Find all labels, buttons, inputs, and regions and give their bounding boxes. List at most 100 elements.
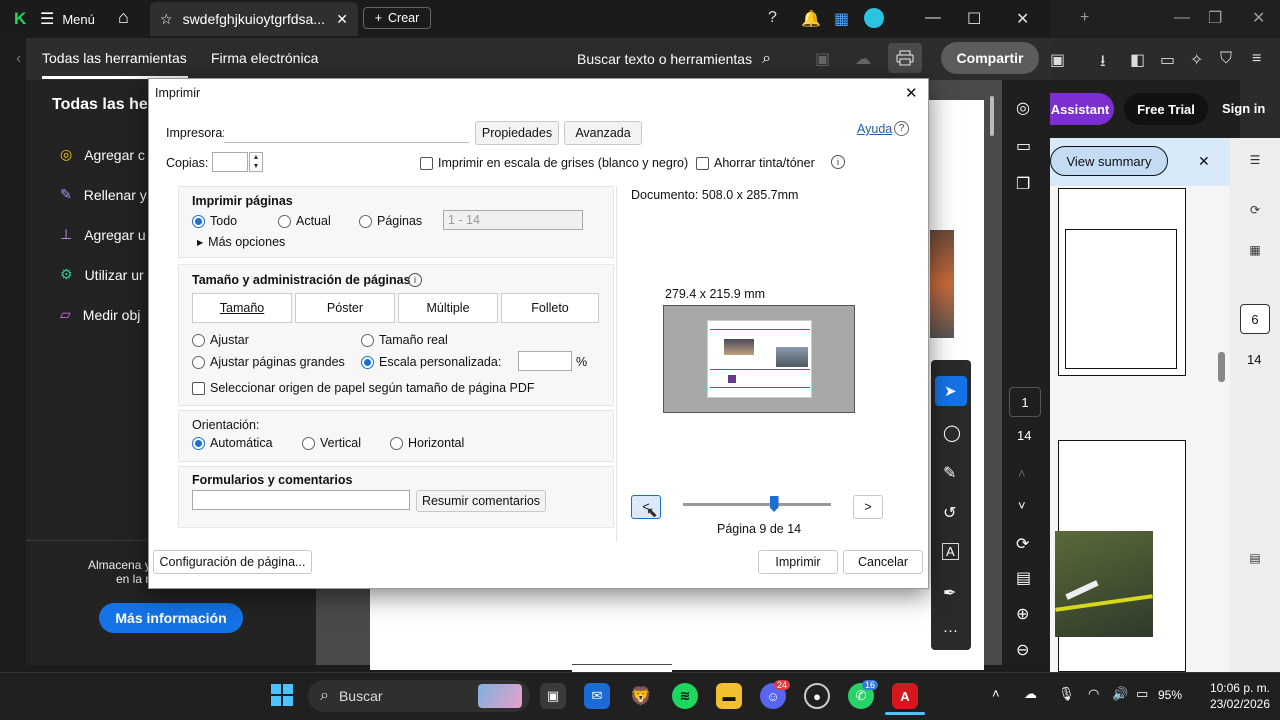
e-sign-tab[interactable]: Firma electrónica (211, 50, 318, 66)
close-icon[interactable]: ✕ (905, 84, 918, 102)
search-tools[interactable]: Buscar texto o herramientas ⌕ (577, 50, 771, 68)
avatar[interactable] (864, 8, 884, 28)
radio-custom-scale[interactable]: Escala personalizada: (361, 355, 501, 369)
bookmark-icon[interactable]: ▭ (1016, 136, 1031, 156)
back-icon[interactable]: ‹ (16, 50, 21, 68)
create-button[interactable]: + Crear (363, 7, 431, 29)
scrollbar-thumb[interactable] (990, 96, 994, 136)
radio-all[interactable]: Todo (192, 214, 237, 228)
tab-multiple[interactable]: Múltiple (398, 293, 498, 323)
radio[interactable] (390, 436, 403, 450)
shield-icon[interactable]: ⛉ (1220, 50, 1232, 68)
cloud-icon[interactable]: ☁ (1024, 686, 1037, 702)
draw-icon[interactable]: ↺ (943, 503, 956, 523)
radio[interactable] (302, 436, 315, 450)
comment-add-icon[interactable]: ◯ (943, 423, 961, 443)
maximize-icon[interactable]: ☐ (967, 9, 981, 29)
info-icon[interactable]: i (831, 155, 845, 169)
radio-selected[interactable] (361, 355, 374, 369)
task-view-icon[interactable]: ▣ (540, 683, 566, 709)
export-icon[interactable]: ▤ (1016, 568, 1031, 588)
taskbar-search[interactable]: ⌕ Buscar (308, 680, 530, 712)
zoom-out-icon[interactable]: ⊖ (1016, 640, 1029, 660)
close-icon[interactable]: ✕ (1198, 153, 1210, 170)
wifi-icon[interactable]: ◠ (1088, 686, 1099, 702)
tab-poster[interactable]: Póster (295, 293, 395, 323)
forms-select[interactable]: Documento y marcas ⌄ (192, 490, 410, 510)
checkbox[interactable] (192, 381, 205, 395)
brave-icon[interactable]: 🦁 (628, 683, 654, 709)
page-setup-button[interactable]: Configuración de página... (153, 550, 312, 574)
refresh-icon[interactable]: ⟳ (1243, 198, 1267, 222)
radio-actual-size[interactable]: Tamaño real (361, 333, 448, 347)
pages-range-input[interactable]: 1 - 14 (443, 210, 583, 230)
tab-booklet[interactable]: Folleto (501, 293, 599, 323)
close-window-icon[interactable]: ✕ (1016, 9, 1029, 29)
highlight-icon[interactable]: ✎ (943, 463, 956, 483)
menu-dots-icon[interactable]: ≡ (1252, 50, 1261, 68)
acrobat-icon[interactable]: A (892, 683, 918, 709)
page-slider[interactable] (683, 503, 831, 506)
grid-icon[interactable]: ▦ (1243, 238, 1267, 262)
home-icon[interactable]: ⌂ (118, 7, 129, 28)
document-icon[interactable]: ▤ (1243, 546, 1267, 570)
paper-source-checkbox[interactable]: Seleccionar origen de papel según tamaño… (192, 381, 535, 395)
comments-icon[interactable]: ◎ (1016, 98, 1030, 118)
outlook-icon[interactable]: ✉ (584, 683, 610, 709)
radio[interactable] (359, 214, 372, 228)
close-tab-icon[interactable]: ✕ (336, 11, 348, 28)
more-options-toggle[interactable]: ▶ Más opciones (197, 235, 285, 249)
tool-item-use[interactable]: ⚙ Utilizar ur (60, 266, 144, 283)
windows-start-icon[interactable] (271, 684, 293, 706)
scrollbar-thumb[interactable] (1218, 352, 1225, 382)
checkbox[interactable] (420, 156, 433, 170)
all-tools-tab[interactable]: Todas las herramientas (42, 50, 187, 66)
volume-icon[interactable]: 🔊 (1112, 686, 1128, 702)
radio-fit[interactable]: Ajustar (192, 333, 249, 347)
print-button[interactable]: Imprimir (758, 550, 838, 574)
zoom-in-icon[interactable]: ⊕ (1016, 604, 1029, 624)
more-icon[interactable]: ··· (943, 622, 958, 639)
pages-icon[interactable]: ❐ (1016, 174, 1030, 194)
more-info-button[interactable]: Más información (99, 603, 243, 633)
tool-item-fill[interactable]: ✎ Rellenar y (60, 186, 147, 203)
menu-button[interactable]: ☰ Menú (40, 9, 95, 29)
chevron-down-icon[interactable]: ˅ (1018, 498, 1026, 513)
document-tab[interactable]: ☆ swdefghjkuioytgrfdsa... ✕ (150, 2, 358, 36)
info-icon[interactable]: i (408, 273, 422, 287)
advanced-button[interactable]: Avanzada (564, 121, 642, 145)
star-icon[interactable]: ☆ (160, 11, 173, 28)
help-link[interactable]: Ayuda (857, 122, 892, 136)
obs-icon[interactable]: ● (804, 683, 830, 709)
wallet-icon[interactable]: ▭ (1160, 50, 1175, 70)
chevron-up-icon[interactable]: ˄ (1018, 466, 1026, 481)
radio-current[interactable]: Actual (278, 214, 331, 228)
view-summary-button[interactable]: View summary (1050, 146, 1168, 176)
share-button[interactable]: Compartir (941, 42, 1039, 74)
minimize-icon[interactable]: — (925, 9, 941, 27)
page-number-box[interactable]: 1 (1009, 387, 1041, 417)
bell-icon[interactable]: 🔔 (801, 9, 821, 29)
tool-item-measure[interactable]: ▱ Medir obj (60, 306, 140, 323)
grayscale-checkbox[interactable]: Imprimir en escala de grises (blanco y n… (420, 156, 688, 170)
properties-button[interactable]: Propiedades (475, 121, 559, 145)
spotify-icon[interactable]: ≋ (672, 683, 698, 709)
tool-item-comment[interactable]: ◎ Agregar c (60, 146, 145, 163)
radio[interactable] (278, 214, 291, 228)
copies-input[interactable]: 1 (212, 152, 248, 172)
summarize-comments-button[interactable]: Resumir comentarios (416, 490, 546, 512)
file-explorer-icon[interactable]: ▬ (716, 683, 742, 709)
tab-size[interactable]: Tamaño (192, 293, 292, 323)
assistant-button[interactable]: Assistant (1046, 93, 1114, 125)
help-icon[interactable]: ? (768, 9, 777, 27)
scale-input[interactable]: 58 (518, 351, 572, 371)
rotate-icon[interactable]: ⟳ (1016, 534, 1029, 554)
radio-horizontal[interactable]: Horizontal (390, 436, 464, 450)
battery-icon[interactable]: ▭ (1136, 686, 1148, 702)
radio[interactable] (192, 355, 205, 369)
cancel-button[interactable]: Cancelar (843, 550, 923, 574)
mic-icon[interactable]: 🎙 (1058, 686, 1075, 702)
help-icon[interactable]: ? (894, 121, 909, 136)
save-icon[interactable]: ▣ (815, 49, 830, 69)
sign-icon[interactable]: ✒ (943, 583, 956, 603)
